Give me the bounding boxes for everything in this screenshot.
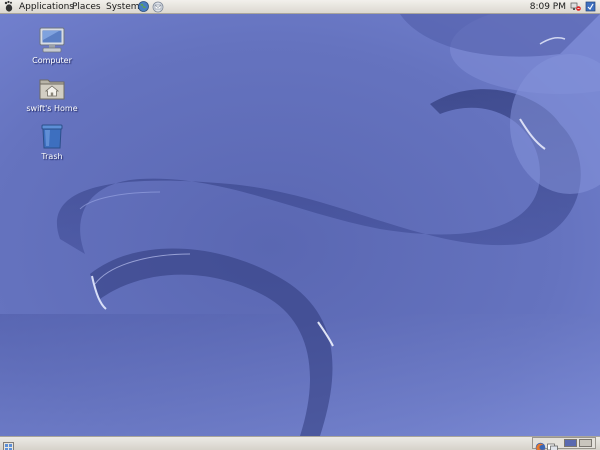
places-menu[interactable]: Places xyxy=(72,0,101,14)
trash-icon xyxy=(41,124,63,149)
home-folder-icon xyxy=(39,79,65,100)
workspace-switcher[interactable] xyxy=(563,438,593,448)
firefox-icon[interactable] xyxy=(535,438,546,450)
bottom-tray xyxy=(532,437,596,450)
panel-clock[interactable]: 8:09 PM xyxy=(530,0,566,14)
window-list-icon[interactable] xyxy=(547,438,558,450)
desktop-icon-home-folder[interactable]: swift's Home xyxy=(17,74,87,113)
desktop-icon-label: Computer xyxy=(32,56,72,65)
gnome-foot-icon[interactable] xyxy=(4,0,14,14)
show-desktop-icon[interactable] xyxy=(3,438,14,450)
update-notifier-icon[interactable] xyxy=(585,1,596,12)
workspace-1[interactable] xyxy=(564,439,577,447)
system-menu[interactable]: System xyxy=(106,0,140,14)
applications-menu[interactable]: Applications xyxy=(19,0,74,14)
desktop-icon-label: Trash xyxy=(41,152,63,161)
bottom-panel xyxy=(0,436,600,450)
desktop-icon-trash[interactable]: Trash xyxy=(17,122,87,161)
top-panel: Applications Places System 8:09 PM xyxy=(0,0,600,14)
desktop-screen: Applications Places System 8:09 PM Compu… xyxy=(0,0,600,450)
computer-icon xyxy=(39,27,65,53)
mail-launcher-icon[interactable] xyxy=(152,1,164,13)
desktop-icon-computer[interactable]: Computer xyxy=(17,26,87,65)
web-browser-launcher-icon[interactable] xyxy=(138,1,149,12)
desktop-icon-label: swift's Home xyxy=(26,104,78,113)
desktop-wallpaper xyxy=(0,14,600,436)
workspace-2[interactable] xyxy=(579,439,592,447)
network-status-icon[interactable] xyxy=(570,1,581,12)
